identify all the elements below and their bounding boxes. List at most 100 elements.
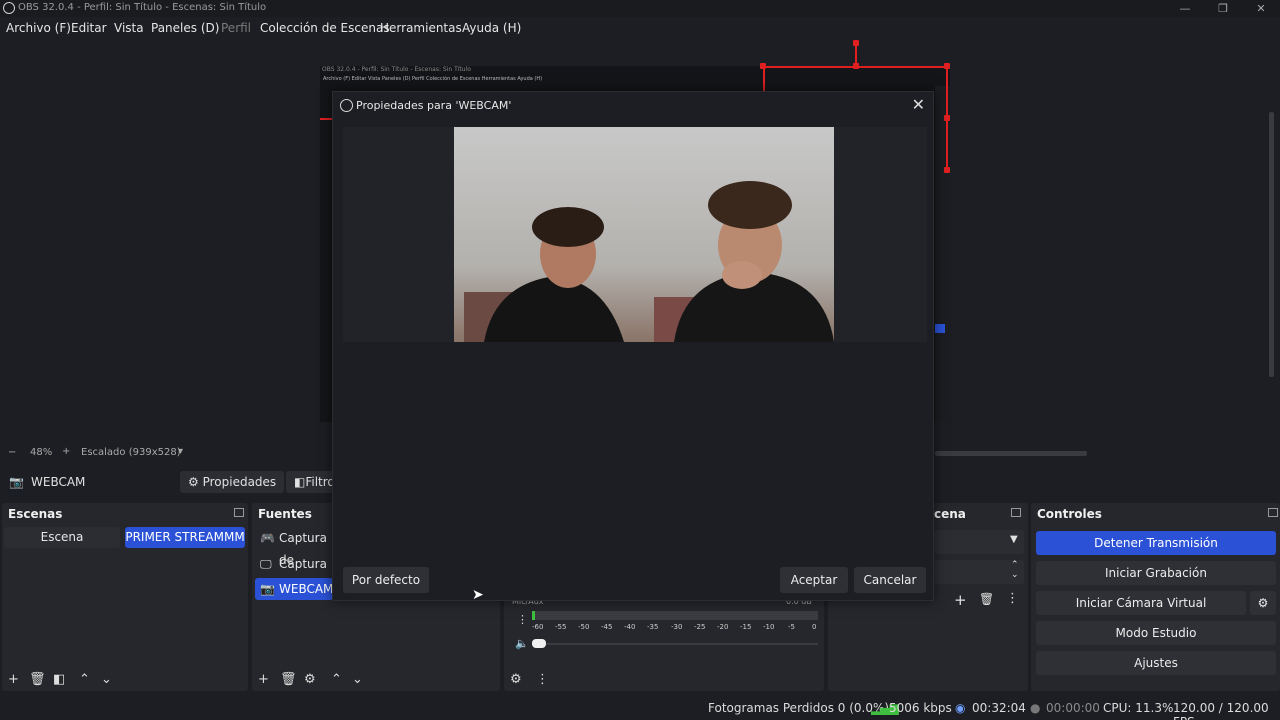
zoom-out-button[interactable]: − [8, 447, 16, 458]
record-icon: ● [1030, 701, 1041, 715]
volume-meter-level [532, 611, 535, 620]
zoom-level: 48% [30, 447, 53, 458]
chevron-down-icon[interactable]: ⌄ [1011, 570, 1019, 580]
menu-herramientas[interactable]: Herramientas [380, 21, 462, 35]
mixer-options-icon[interactable]: ⋮ [536, 672, 549, 687]
trash-icon[interactable]: 🗑 [979, 592, 994, 606]
dialog-source-preview [343, 127, 927, 342]
dock-float-icon[interactable] [1011, 508, 1021, 517]
webcam-feed-image [454, 127, 834, 342]
studio-mode-button[interactable]: Modo Estudio [1036, 621, 1276, 645]
move-down-icon[interactable]: ⌄ [101, 672, 112, 687]
window-title: OBS 32.0.4 - Perfil: Sin Título - Escena… [18, 2, 267, 13]
default-button[interactable]: Por defecto [343, 567, 429, 593]
trash-icon[interactable]: 🗑 [29, 672, 46, 687]
stream-live-icon: ◉ [955, 701, 966, 715]
advanced-audio-icon[interactable]: ⚙ [510, 672, 522, 687]
resize-handle-r[interactable] [944, 115, 950, 121]
start-virtual-camera-button[interactable]: Iniciar Cámara Virtual [1036, 591, 1246, 615]
dialog-title: Propiedades para 'WEBCAM' [356, 99, 512, 112]
transition-duration[interactable]: ⌃ ⌄ [934, 560, 1024, 584]
record-time: 00:00:00 [1046, 701, 1100, 715]
gear-icon: ⚙ [1257, 596, 1269, 610]
virtual-camera-settings-button[interactable]: ⚙ [1250, 591, 1276, 615]
filter-icon[interactable]: ◧ [53, 672, 65, 687]
zoom-in-button[interactable]: + [62, 446, 70, 457]
add-icon[interactable]: + [258, 672, 269, 687]
gamepad-icon: 🎮 [260, 531, 275, 545]
start-recording-button[interactable]: Iniciar Grabación [1036, 561, 1276, 585]
chevron-up-icon[interactable]: ⌃ [1011, 560, 1019, 570]
nested-menu: Archivo (F) Editar Vista Paneles (D) Per… [323, 76, 543, 82]
nested-accent-block [935, 324, 945, 333]
cancel-button[interactable]: Cancelar [854, 567, 926, 593]
scene-item-escena[interactable]: Escena [4, 527, 120, 548]
chevron-down-icon: ▼ [1010, 534, 1018, 545]
move-up-icon[interactable]: ⌃ [79, 672, 90, 687]
scene-item-primer-streammm[interactable]: PRIMER STREAMMM [125, 527, 245, 548]
source-item-captura-pantalla[interactable]: 🖵Captura de [255, 553, 333, 593]
move-up-icon[interactable]: ⌃ [331, 672, 342, 687]
more-icon[interactable]: ⋮ [1006, 591, 1019, 606]
preview-horizontal-scrollbar[interactable] [935, 451, 1087, 456]
resize-handle-tr[interactable] [944, 63, 950, 69]
volume-slider-handle[interactable] [532, 639, 546, 648]
title-bar: OBS 32.0.4 - Perfil: Sin Título - Escena… [0, 0, 1280, 17]
status-bar: Fotogramas Perdidos 0 (0.0%) ▂▄▆ 5006 kb… [0, 695, 1280, 720]
close-icon[interactable]: ✕ [912, 95, 925, 114]
resize-handle-br[interactable] [944, 167, 950, 173]
menu-paneles[interactable]: Paneles (D) [151, 21, 219, 35]
add-icon[interactable]: + [954, 591, 967, 609]
properties-button[interactable]: ⚙ Propiedades [180, 471, 285, 493]
move-down-icon[interactable]: ⌄ [352, 672, 363, 687]
menu-ayuda[interactable]: Ayuda (H) [462, 21, 521, 35]
minimize-button[interactable]: — [1170, 0, 1200, 17]
webcam-frame [464, 181, 834, 342]
bitrate: 5006 kbps [889, 701, 952, 715]
menu-coleccion-escenas[interactable]: Colección de Escenas [260, 21, 390, 35]
dock-float-icon[interactable] [1268, 508, 1278, 517]
menu-perfil[interactable]: Perfil [221, 21, 251, 35]
mute-icon[interactable]: 🔈 [515, 637, 529, 650]
trash-icon[interactable]: 🗑 [280, 672, 297, 687]
add-icon[interactable]: + [8, 672, 19, 687]
camera-icon: 📷 [260, 582, 275, 596]
cpu-usage: CPU: 11.3% [1103, 701, 1174, 715]
sources-title: Fuentes [258, 507, 312, 521]
rotation-handle[interactable] [853, 40, 859, 46]
close-window-button[interactable]: ✕ [1246, 0, 1276, 17]
obs-logo-icon [3, 2, 15, 14]
gear-icon[interactable]: ⚙ [304, 672, 316, 687]
accept-button[interactable]: Aceptar [780, 567, 848, 593]
obs-logo-icon [340, 99, 353, 112]
resize-handle-t[interactable] [853, 63, 859, 69]
source-item-webcam[interactable]: 📷 WEBCAM [255, 578, 333, 600]
transition-select[interactable]: ▼ [934, 530, 1024, 554]
preview-scrollbar[interactable] [1269, 112, 1274, 377]
menu-vista[interactable]: Vista [114, 21, 144, 35]
maximize-button[interactable]: ❐ [1208, 0, 1238, 17]
dock-float-icon[interactable] [234, 508, 244, 517]
selected-source-name: WEBCAM [31, 475, 86, 489]
bounding-box-left [763, 66, 765, 92]
nested-title: OBS 32.0.4 - Perfil: Sin Título - Escena… [322, 66, 471, 73]
mouse-cursor-icon: ➤ [472, 587, 484, 603]
gear-icon: ⚙ [188, 475, 199, 489]
volume-slider-track[interactable] [532, 643, 818, 645]
filter-icon: ◧ [294, 475, 306, 489]
scenes-title: Escenas [8, 507, 63, 521]
stop-streaming-button[interactable]: Detener Transmisión [1036, 531, 1276, 555]
source-item-captura-juego[interactable]: 🎮 Captura de [255, 527, 333, 567]
menu-editar[interactable]: Editar [71, 21, 107, 35]
menu-archivo[interactable]: Archivo (F) [6, 21, 71, 35]
filters-button[interactable]: ◧Filtro [286, 471, 336, 493]
dropped-frames: Fotogramas Perdidos 0 (0.0%) [708, 701, 890, 715]
volume-meter [532, 611, 818, 620]
settings-button[interactable]: Ajustes [1036, 651, 1276, 675]
menu-bar: Archivo (F) Editar Vista Paneles (D) Per… [0, 18, 1280, 40]
mixer-menu-icon[interactable]: ⋮ [517, 613, 528, 626]
resize-handle-tl[interactable] [760, 63, 766, 69]
scale-dropdown-icon[interactable]: ▾ [178, 446, 183, 457]
monitor-icon: 🖵 [260, 557, 272, 571]
fps: 120.00 / 120.00 FPS [1173, 701, 1269, 720]
